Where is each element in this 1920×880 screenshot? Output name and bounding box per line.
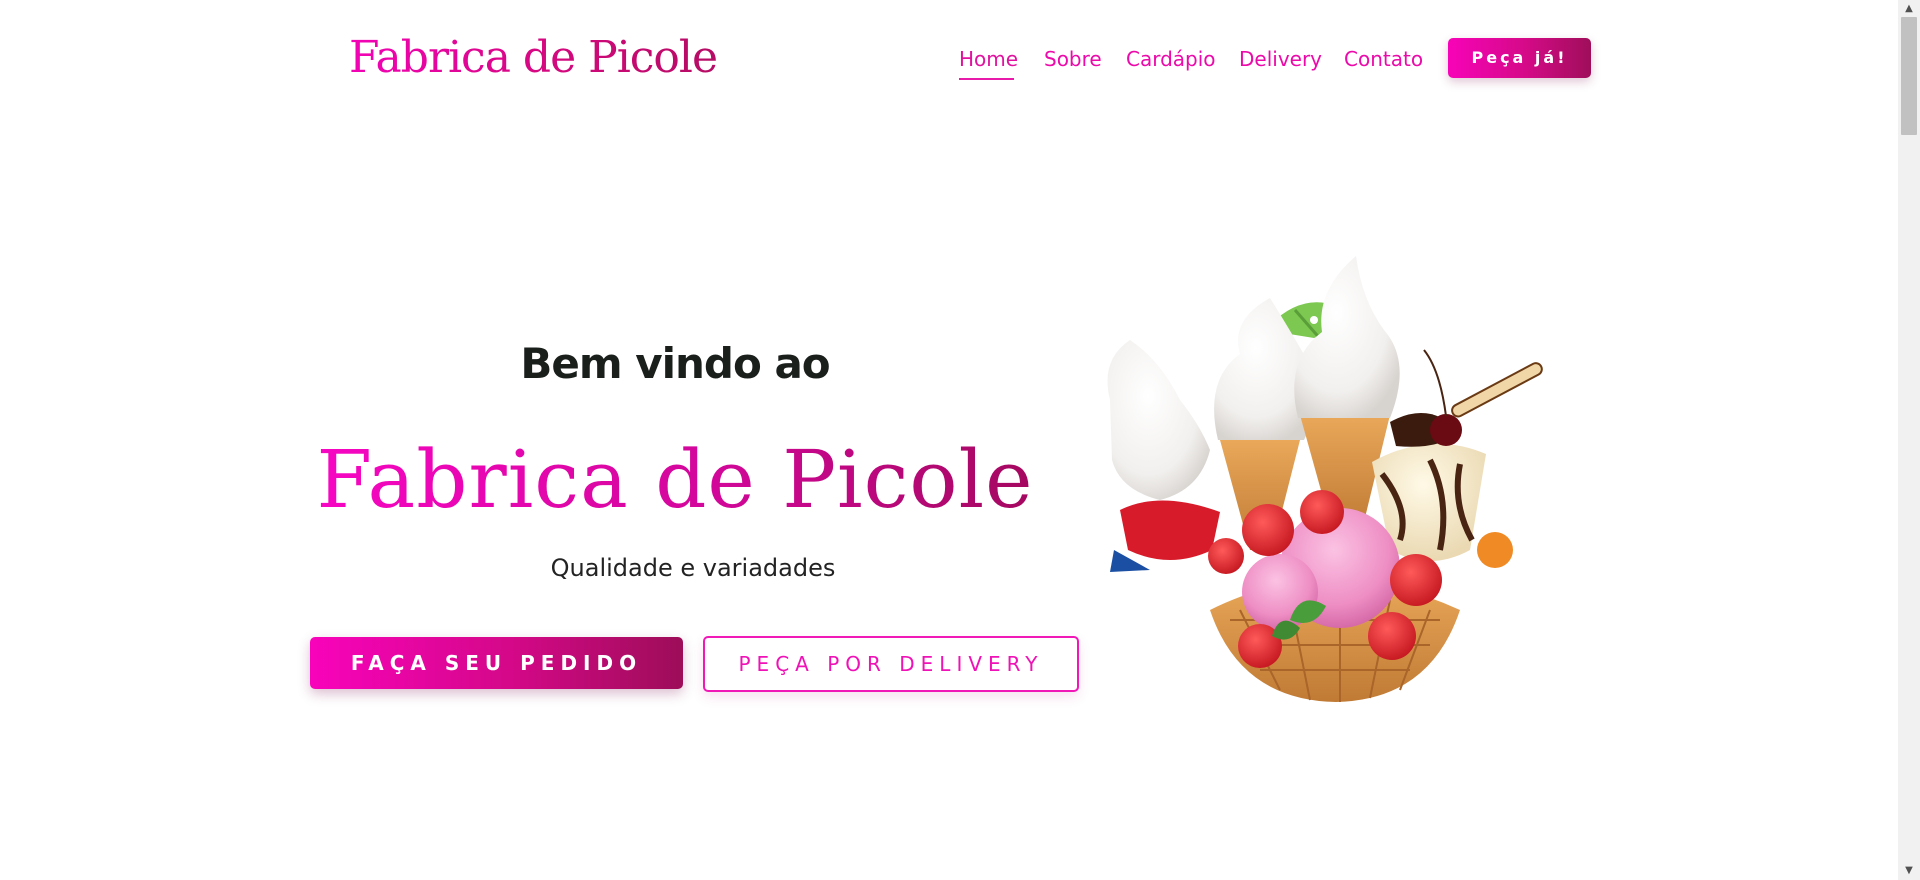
- hero-tagline: Qualidade e variadades: [550, 554, 836, 582]
- scroll-thumb[interactable]: [1901, 17, 1917, 135]
- nav-item-home[interactable]: Home: [959, 44, 1018, 74]
- nav-item-sobre[interactable]: Sobre: [1044, 44, 1102, 74]
- ice-cream-illustration: [1107, 256, 1543, 702]
- hero-title-text: Fabrica de Picole: [316, 433, 1034, 526]
- nav-item-cardapio[interactable]: Cardápio: [1126, 44, 1216, 74]
- page-scrollbar[interactable]: ▲ ▼: [1898, 0, 1920, 880]
- nav-item-contato[interactable]: Contato: [1344, 44, 1423, 74]
- place-order-button[interactable]: FAÇA SEU PEDIDO: [310, 637, 683, 689]
- order-now-button[interactable]: Peça já!: [1448, 38, 1591, 78]
- hero-title: Fabrica de Picole: [310, 430, 1040, 530]
- nav-active-indicator: [959, 78, 1014, 80]
- soft-serve-left: [1107, 340, 1220, 572]
- arrow-down-icon[interactable]: ▼: [1898, 862, 1920, 880]
- hero-kicker: Bem vindo ao: [520, 339, 830, 388]
- nav-item-delivery[interactable]: Delivery: [1239, 44, 1322, 74]
- site-logo[interactable]: Fabrica de Picole: [349, 26, 718, 90]
- order-delivery-button[interactable]: PEÇA POR DELIVERY: [703, 636, 1079, 692]
- arrow-up-icon[interactable]: ▲: [1898, 0, 1920, 18]
